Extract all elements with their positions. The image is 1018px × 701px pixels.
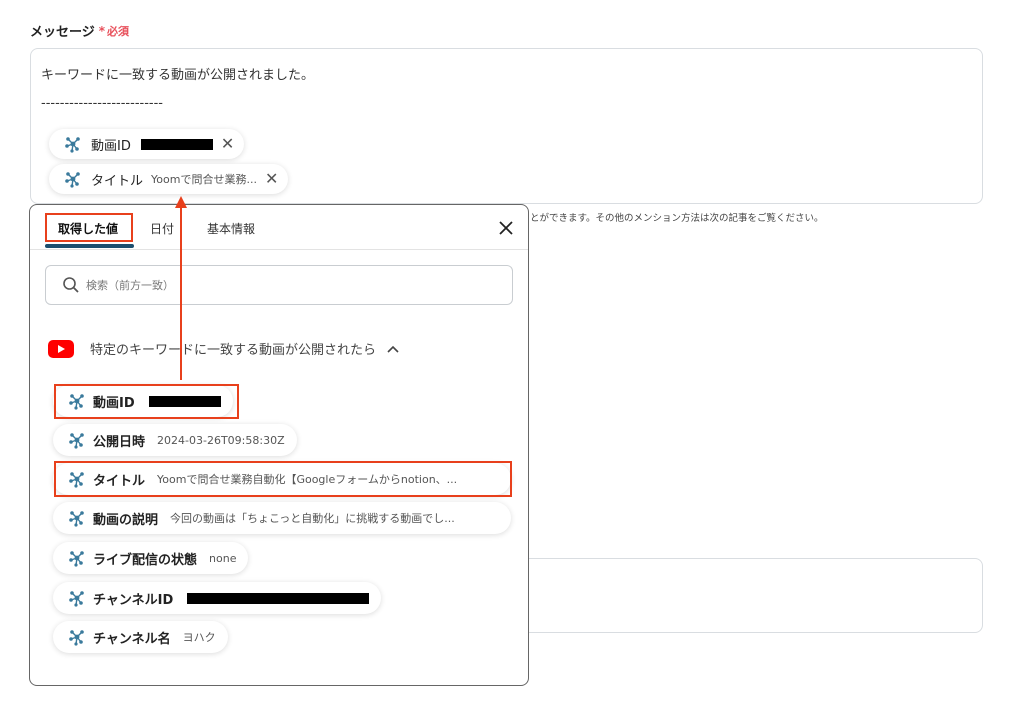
item-label: ライブ配信の状態 xyxy=(93,552,198,568)
annotation-arrow-head xyxy=(175,196,187,208)
tab-highlight-box xyxy=(45,213,133,242)
value-item-published-at[interactable]: 公開日時 2024-03-26T09:58:30Z xyxy=(53,424,297,456)
node-icon xyxy=(67,588,87,608)
value-item-live-status[interactable]: ライブ配信の状態 none xyxy=(53,542,249,574)
node-icon xyxy=(63,169,83,189)
trigger-section-header[interactable]: 特定のキーワードに一致する動画が公開されたら xyxy=(48,339,400,358)
close-icon[interactable] xyxy=(496,218,516,238)
item-value: none xyxy=(209,551,237,565)
highlight-box-title xyxy=(54,461,512,497)
value-item-channel-name[interactable]: チャンネル名 ヨハク xyxy=(53,621,228,653)
required-text: 必須 xyxy=(107,24,130,38)
item-label: 動画の説明 xyxy=(93,512,159,528)
section-title: 特定のキーワードに一致する動画が公開されたら xyxy=(90,343,377,358)
required-mark: * xyxy=(98,23,106,38)
item-label: 公開日時 xyxy=(93,434,146,450)
item-value: 今回の動画は「ちょこっと自動化」に挑戦する動画でし... xyxy=(170,512,455,525)
highlight-box-video-id xyxy=(54,384,239,419)
redacted-value xyxy=(187,592,370,604)
node-icon xyxy=(63,134,83,154)
tab-basic-info[interactable]: 基本情報 xyxy=(207,220,255,237)
node-icon xyxy=(67,508,87,528)
message-line-2: -------------------------- xyxy=(41,96,163,111)
tab-bar: 取得した値 日付 基本情報 xyxy=(30,205,528,250)
tab-date[interactable]: 日付 xyxy=(150,220,174,237)
item-label: チャンネル名 xyxy=(93,631,171,647)
search-icon xyxy=(63,277,79,293)
field-label-text: メッセージ xyxy=(30,25,95,40)
chevron-up-icon[interactable] xyxy=(386,342,400,356)
message-field-label: メッセージ * 必須 xyxy=(30,21,130,41)
chip-video-id[interactable]: 動画ID ✕ xyxy=(49,129,245,159)
item-value: 2024-03-26T09:58:30Z xyxy=(157,433,285,447)
chip-value: Yoomで問合せ業務... xyxy=(151,173,257,186)
node-icon xyxy=(67,548,87,568)
search-field[interactable] xyxy=(45,265,513,305)
node-icon xyxy=(67,627,87,647)
item-value: ヨハク xyxy=(182,631,216,644)
second-input-box[interactable] xyxy=(515,558,983,633)
youtube-icon xyxy=(48,339,74,358)
chip-label: 動画ID xyxy=(91,138,131,154)
search-input[interactable] xyxy=(86,278,466,292)
close-icon[interactable]: ✕ xyxy=(265,171,278,187)
help-text: とができます。その他のメンション方法は次の記事をご覧ください。 xyxy=(530,213,824,224)
value-item-description[interactable]: 動画の説明 今回の動画は「ちょこっと自動化」に挑戦する動画でし... xyxy=(53,502,511,534)
value-item-channel-id[interactable]: チャンネルID xyxy=(53,582,382,614)
annotation-arrow-line xyxy=(180,205,182,380)
chip-title[interactable]: タイトル Yoomで問合せ業務... ✕ xyxy=(49,164,289,194)
variable-picker-popup: 取得した値 日付 基本情報 特定のキーワードに一致する動画が公開されたら 動画I… xyxy=(29,204,529,686)
close-icon[interactable]: ✕ xyxy=(221,136,234,152)
chip-label: タイトル xyxy=(91,173,144,189)
message-line-1: キーワードに一致する動画が公開されました。 xyxy=(41,68,315,83)
node-icon xyxy=(67,430,87,450)
active-tab-indicator xyxy=(45,244,134,248)
redacted-value xyxy=(140,138,213,150)
item-label: チャンネルID xyxy=(93,592,174,608)
